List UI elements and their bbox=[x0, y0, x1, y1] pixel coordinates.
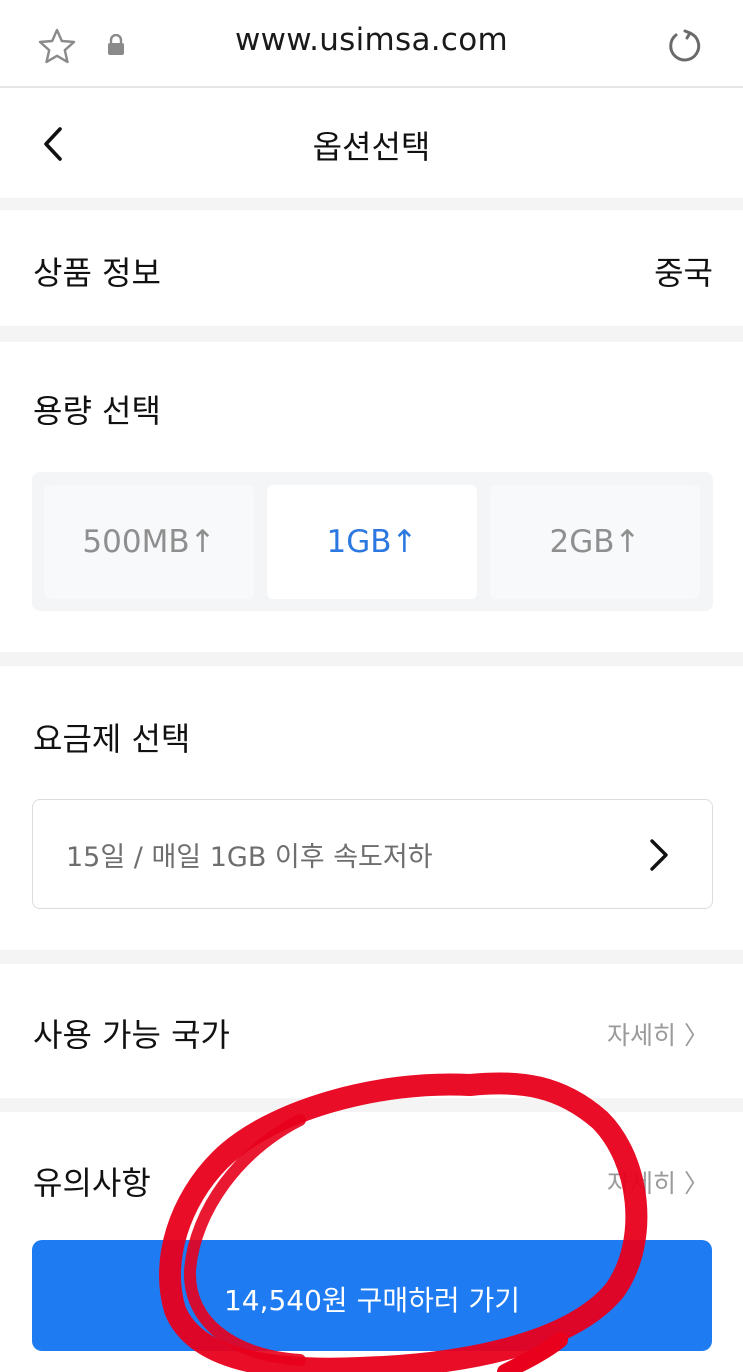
buy-button[interactable]: 14,540원 구매하러 가기 bbox=[32, 1240, 712, 1351]
section-divider bbox=[0, 198, 743, 210]
url-text[interactable]: www.usimsa.com bbox=[0, 22, 743, 58]
notice-detail-link[interactable]: 자세히 〉 bbox=[607, 1164, 709, 1200]
buy-button-label: 14,540원 구매하러 가기 bbox=[223, 1284, 521, 1317]
capacity-label: 용량 선택 bbox=[33, 392, 161, 430]
page-header: 옵션선택 bbox=[0, 88, 743, 198]
plan-select[interactable]: 15일 / 매일 1GB 이후 속도저하 bbox=[32, 799, 713, 909]
available-countries-row[interactable]: 사용 가능 국가 자세히 〉 bbox=[0, 964, 743, 1098]
countries-detail-link[interactable]: 자세히 〉 bbox=[607, 1016, 709, 1052]
notice-label: 유의사항 bbox=[33, 1164, 151, 1202]
section-divider bbox=[0, 950, 743, 964]
section-divider bbox=[0, 326, 743, 342]
section-divider bbox=[0, 652, 743, 666]
product-info-label: 상품 정보 bbox=[33, 254, 161, 292]
capacity-options: 500MB↑ 1GB↑ 2GB↑ bbox=[32, 472, 713, 611]
reload-icon[interactable] bbox=[664, 26, 704, 66]
capacity-option-500mb[interactable]: 500MB↑ bbox=[44, 485, 254, 599]
plan-label: 요금제 선택 bbox=[33, 720, 191, 758]
available-countries-label: 사용 가능 국가 bbox=[33, 1016, 230, 1054]
capacity-option-1gb[interactable]: 1GB↑ bbox=[267, 485, 477, 599]
page-title: 옵션선택 bbox=[312, 128, 431, 166]
browser-address-bar: www.usimsa.com bbox=[0, 0, 743, 88]
chevron-right-icon bbox=[650, 839, 668, 871]
product-info-row: 상품 정보 중국 bbox=[0, 210, 743, 326]
section-divider bbox=[0, 1098, 743, 1112]
product-info-value: 중국 bbox=[654, 254, 713, 292]
plan-select-value: 15일 / 매일 1GB 이후 속도저하 bbox=[66, 842, 433, 873]
capacity-option-2gb[interactable]: 2GB↑ bbox=[490, 485, 700, 599]
